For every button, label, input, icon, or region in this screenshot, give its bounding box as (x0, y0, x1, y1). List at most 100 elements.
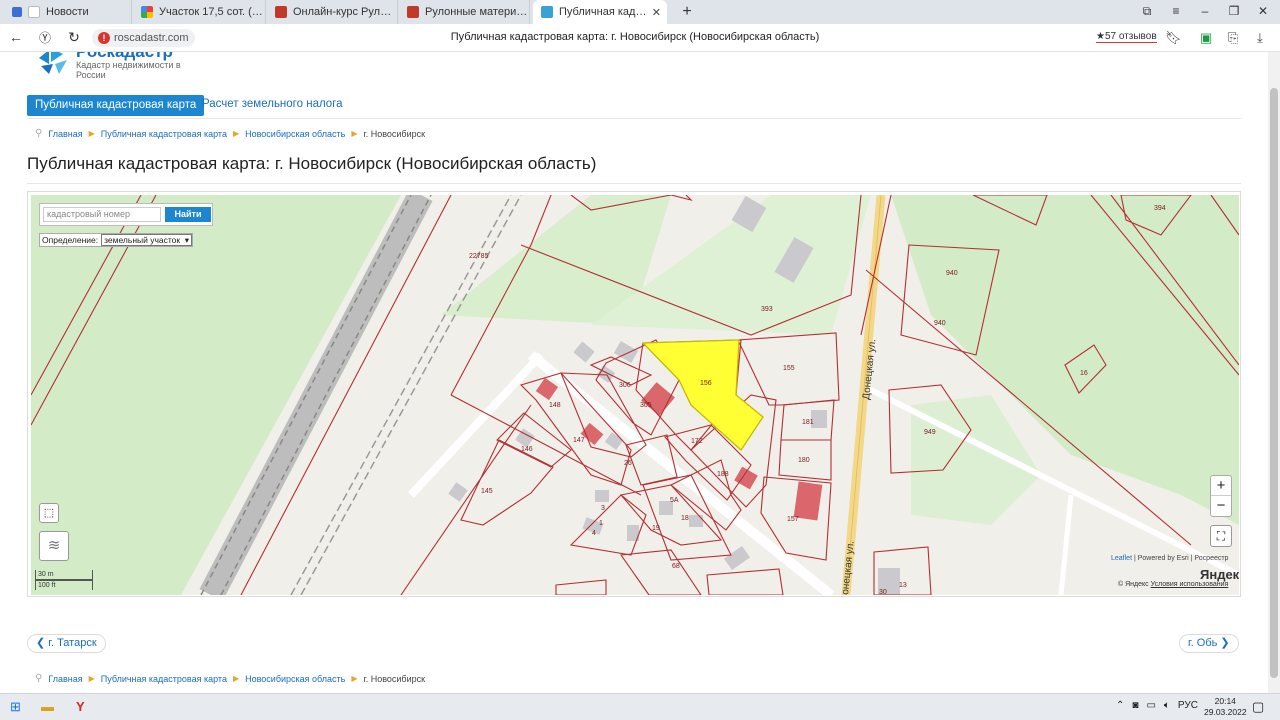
parcel-label: 13 (899, 582, 907, 589)
notifications-icon[interactable]: ▢ (1252, 699, 1264, 715)
chevron-up-icon[interactable]: ⌃ (1116, 700, 1124, 711)
file-explorer-icon[interactable]: ▬ (41, 699, 54, 714)
restore-icon[interactable]: ❐ (1226, 4, 1242, 18)
next-city-link[interactable]: г. Обь ❯ (1179, 634, 1239, 653)
tab-course[interactable]: Онлайн-курс Рулонные га (267, 0, 398, 24)
browser-page-title: Публичная кадастровая карта: г. Новосиби… (450, 31, 820, 43)
share-icon[interactable]: ⎘ (1228, 30, 1238, 46)
definition-selector: Определение: земельный участок ▾ (39, 233, 193, 247)
prev-city-link[interactable]: ❮ г. Татарск (27, 634, 106, 653)
yandex-logo-text: Яндекс (1200, 567, 1239, 582)
parcel-label: 172 (691, 438, 703, 445)
chevron-right-icon: ▶ (88, 674, 95, 683)
nav-cadastral-map[interactable]: Публичная кадастровая карта (27, 95, 205, 116)
chevron-right-icon: ▶ (88, 129, 95, 138)
cadastral-number-input[interactable]: кадастровый номер (43, 207, 161, 222)
parcel-label: 181 (802, 419, 814, 426)
attribution-text: | Powered by Esri | Росреестр (1133, 555, 1229, 562)
yandex-logo: Яндекс (1200, 567, 1239, 582)
scale-imperial: 100 ft (35, 580, 93, 590)
definition-value: земельный участок (104, 235, 181, 245)
fullscreen-icon[interactable]: ⛶ (1210, 525, 1232, 547)
breadcrumb-region[interactable]: Новосибирская область (245, 674, 345, 684)
tab-news[interactable]: Новости (4, 0, 132, 24)
map-canvas: 22785 393 394 940 940 156 155 306 305 14… (31, 195, 1239, 595)
roscadastr-icon (541, 6, 553, 18)
site-icon (275, 6, 287, 18)
zoom-control: + − (1210, 475, 1232, 517)
location-pin-icon: ⚲ (35, 673, 43, 684)
map-container: 22785 393 394 940 940 156 155 306 305 14… (27, 191, 1241, 597)
breadcrumb-home[interactable]: Главная (48, 129, 82, 139)
breadcrumb-map[interactable]: Публичная кадастровая карта (101, 129, 227, 139)
chevron-down-icon: ▾ (184, 235, 189, 245)
prev-city-label: г. Татарск (48, 637, 97, 649)
parcel-label: 940 (946, 270, 958, 277)
minimize-icon[interactable]: – (1197, 4, 1213, 18)
breadcrumb-map[interactable]: Публичная кадастровая карта (101, 674, 227, 684)
parcel-label: 305 (640, 402, 652, 409)
terms-link[interactable]: Условия использования (1151, 581, 1229, 588)
close-tab-icon[interactable]: ✕ (652, 6, 661, 19)
next-city-label: г. Обь (1188, 637, 1218, 649)
chevron-right-icon: ▶ (351, 129, 358, 138)
breadcrumb-region[interactable]: Новосибирская область (245, 129, 345, 139)
parcel-label: 180 (798, 457, 810, 464)
site-nav: Публичная кадастровая карта Расчет земел… (27, 95, 1241, 119)
language-indicator[interactable]: РУС (1178, 700, 1198, 711)
extension-icon[interactable]: ▣ (1200, 30, 1212, 46)
page-scrollbar[interactable] (1268, 52, 1280, 693)
roscadastr-logo-icon (39, 52, 67, 74)
new-tab-button[interactable]: + (678, 3, 696, 21)
tab-title: Публичная кадастрова (559, 6, 652, 18)
definition-select[interactable]: земельный участок ▾ (101, 234, 192, 246)
site-icon (407, 6, 419, 18)
parcel-label: 949 (924, 429, 936, 436)
bookmark-icon[interactable]: 🔖︎ (1165, 30, 1182, 46)
street-label: онецкая ул. (840, 540, 857, 595)
zoom-in-button[interactable]: + (1211, 476, 1231, 496)
layers-icon[interactable]: ≋ (39, 531, 69, 561)
tab-title: Участок 17,5 сот. (ИЖС) н (159, 6, 265, 18)
tab-cadastral-map[interactable]: Публичная кадастрова ✕ (533, 0, 667, 24)
parcel-label: 22785 (469, 253, 489, 260)
find-button[interactable]: Найти (165, 207, 211, 222)
collections-icon[interactable]: ⧉ (1139, 4, 1155, 19)
menu-icon[interactable]: ≡ (1168, 4, 1184, 18)
clock[interactable]: 20:14 29.03.2022 (1204, 696, 1247, 718)
parcel-label: 145 (481, 488, 493, 495)
network-icon[interactable]: ▭ (1146, 700, 1155, 711)
leaflet-link[interactable]: Leaflet (1111, 555, 1132, 562)
green-area (911, 395, 1041, 525)
close-window-icon[interactable]: ✕ (1255, 4, 1271, 18)
download-icon[interactable]: ⤓ (1257, 30, 1263, 46)
parcel-label: 148 (549, 402, 561, 409)
reviews-link[interactable]: ★57 отзывов (1096, 31, 1157, 43)
camera-icon[interactable]: ◙ (1132, 700, 1138, 711)
map-attribution: Leaflet | Powered by Esri | Росреестр (1111, 555, 1228, 562)
parcel-label: 188 (717, 471, 729, 478)
chevron-right-icon: ▶ (351, 674, 358, 683)
parcel-label: 4 (592, 530, 596, 537)
select-area-icon[interactable]: ⬚ (39, 503, 59, 523)
yandex-browser-icon[interactable]: Y (76, 699, 85, 714)
clock-date: 29.03.2022 (1204, 707, 1247, 717)
web-page: Роскадастр Кадастр недвижимости в России… (0, 52, 1268, 693)
zoom-out-button[interactable]: − (1211, 496, 1231, 516)
scrollbar-thumb[interactable] (1270, 88, 1278, 678)
road (1058, 494, 1074, 595)
tab-listing[interactable]: Участок 17,5 сот. (ИЖС) н (133, 0, 266, 24)
parcel-label: 1 (599, 520, 603, 527)
system-tray: ⌃ ◙ ▭ 🔈︎ РУС (1116, 700, 1198, 711)
parcel-label-selected: 156 (700, 380, 712, 387)
nav-land-tax[interactable]: Расчет земельного налога (202, 98, 343, 110)
definition-label: Определение: (42, 235, 99, 245)
breadcrumb-home[interactable]: Главная (48, 674, 82, 684)
chevron-left-icon: ❮ (36, 637, 49, 649)
cadastral-map[interactable]: 22785 393 394 940 940 156 155 306 305 14… (31, 195, 1239, 595)
tab-materials[interactable]: Рулонные материалы для (399, 0, 530, 24)
parcel-label: 306 (619, 382, 631, 389)
windows-start-icon[interactable]: ⊞ (10, 699, 21, 715)
parcel-label: 3 (601, 505, 605, 512)
volume-icon[interactable]: 🔈︎ (1164, 700, 1170, 711)
